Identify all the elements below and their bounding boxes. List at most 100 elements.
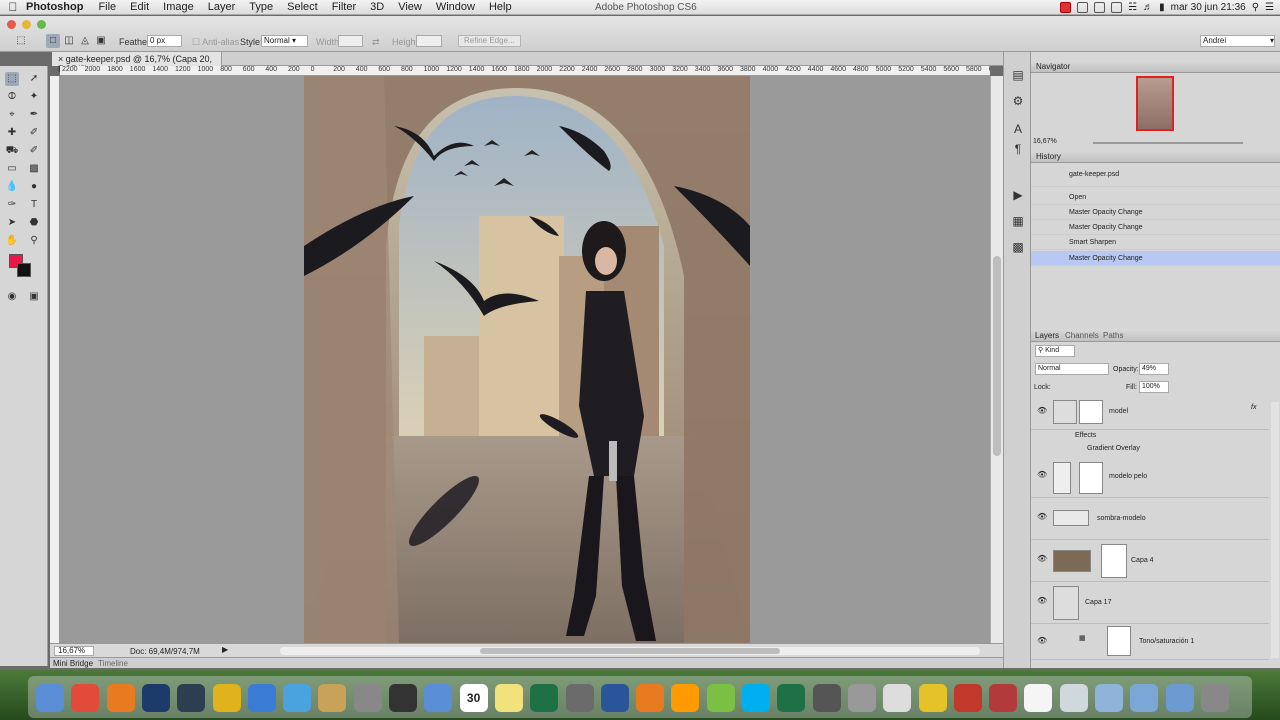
dock-skype-icon[interactable] xyxy=(742,684,770,712)
feather-input[interactable]: 0 px xyxy=(147,35,182,47)
paragraph-panel-icon[interactable]: ¶ xyxy=(1010,142,1026,158)
navigator-thumbnail[interactable] xyxy=(1136,76,1174,131)
minimize-icon[interactable] xyxy=(22,20,31,29)
healing-brush-tool-icon[interactable]: ✚ xyxy=(5,126,19,140)
canvas-area[interactable] xyxy=(60,76,990,643)
document-image[interactable] xyxy=(304,76,750,643)
dock-calculator-icon[interactable] xyxy=(847,684,876,712)
dock-downloads-icon[interactable] xyxy=(1095,684,1123,712)
dock-final-cut-icon[interactable] xyxy=(812,684,841,712)
info-panel-icon[interactable]: ▤ xyxy=(1010,68,1026,84)
refine-edge-button[interactable]: Refine Edge... xyxy=(458,35,521,47)
dock-photoshop-icon[interactable] xyxy=(141,684,170,712)
magic-wand-tool-icon[interactable]: ✦ xyxy=(27,90,41,104)
new-selection-icon[interactable]: □ xyxy=(46,34,60,48)
dock-applications-icon[interactable] xyxy=(1165,684,1194,712)
zoom-field[interactable]: 16,67% xyxy=(54,646,94,656)
intersect-selection-icon[interactable]: ▣ xyxy=(94,34,108,48)
layers-scrollbar[interactable] xyxy=(1271,402,1279,658)
record-icon[interactable] xyxy=(1060,2,1072,13)
eye-icon[interactable]: 👁 xyxy=(1037,406,1047,415)
background-color-swatch[interactable] xyxy=(17,263,31,277)
history-step[interactable]: Smart Sharpen xyxy=(1031,235,1280,250)
pen-tool-icon[interactable]: ✑ xyxy=(5,198,19,212)
fill-input[interactable]: 100% xyxy=(1139,381,1169,393)
eye-icon[interactable]: 👁 xyxy=(1037,470,1047,479)
subtract-selection-icon[interactable]: ◬ xyxy=(78,34,92,48)
menu-3d[interactable]: 3D xyxy=(363,1,391,13)
clone-source-panel-icon[interactable]: ▩ xyxy=(1010,240,1026,256)
screen-mode-icon[interactable]: ▣ xyxy=(27,290,41,304)
history-step[interactable]: Master Opacity Change xyxy=(1031,205,1280,220)
effects-label[interactable]: Effects xyxy=(1075,432,1096,439)
dock-mail-stamp-icon[interactable] xyxy=(424,684,453,712)
dock-finder-icon[interactable] xyxy=(36,684,64,712)
workspace-select[interactable]: Andrei ▾ xyxy=(1200,35,1275,47)
dock-word-icon[interactable] xyxy=(600,684,629,712)
wifi-icon[interactable]: ☵ xyxy=(1128,2,1137,13)
menu-layer[interactable]: Layer xyxy=(201,1,243,13)
type-tool-icon[interactable]: T xyxy=(27,198,41,212)
dock-illustrator-icon[interactable] xyxy=(671,684,700,712)
dock-vlc-icon[interactable] xyxy=(636,684,665,712)
blend-mode-select[interactable]: Normal xyxy=(1035,363,1109,375)
lasso-tool-icon[interactable]: ⦷ xyxy=(5,90,19,104)
menu-image[interactable]: Image xyxy=(156,1,201,13)
character-panel-icon[interactable]: A xyxy=(1010,122,1026,138)
menu-help[interactable]: Help xyxy=(482,1,519,13)
dock-filezilla-icon[interactable] xyxy=(989,684,1018,712)
eraser-tool-icon[interactable]: ▭ xyxy=(5,162,19,176)
tab-paths[interactable]: Paths xyxy=(1103,331,1123,340)
dock-calendar-icon[interactable]: 30 xyxy=(459,684,488,712)
tab-channels[interactable]: Channels xyxy=(1065,331,1099,340)
navigator-header[interactable]: Navigator xyxy=(1031,60,1280,73)
menu-view[interactable]: View xyxy=(391,1,429,13)
quick-mask-icon[interactable]: ◉ xyxy=(5,290,19,304)
brush-tool-icon[interactable]: ✐ xyxy=(27,126,41,140)
history-header[interactable]: History xyxy=(1031,150,1280,163)
height-input[interactable] xyxy=(416,35,442,47)
dock-mail-icon[interactable] xyxy=(318,684,347,712)
dock-textedit-icon[interactable] xyxy=(883,684,912,712)
layer-row[interactable]: 👁 sombra-modelo xyxy=(1031,498,1269,540)
history-brush-tool-icon[interactable]: ✐ xyxy=(27,144,41,158)
eye-icon[interactable]: 👁 xyxy=(1037,596,1047,605)
tab-layers[interactable]: Layers xyxy=(1035,331,1059,340)
dock-adium-icon[interactable] xyxy=(918,684,947,712)
menu-clock[interactable]: mar 30 jun 21:36 xyxy=(1171,2,1246,13)
layer-filter-kind[interactable]: ⚲ Kind xyxy=(1035,345,1075,357)
gradient-overlay-effect[interactable]: Gradient Overlay xyxy=(1087,445,1140,452)
eye-icon[interactable]: 👁 xyxy=(1037,512,1047,521)
add-selection-icon[interactable]: ◫ xyxy=(62,34,76,48)
dodge-tool-icon[interactable]: ● xyxy=(27,180,41,194)
style-select[interactable]: Normal ▾ xyxy=(261,35,308,47)
antialias-checkbox[interactable]: ☐ Anti-alias xyxy=(192,37,239,48)
dock-folder-icon[interactable] xyxy=(1130,684,1159,712)
volume-icon[interactable]: ♬ xyxy=(1143,2,1153,13)
layer-row[interactable]: 👁 Capa 4 xyxy=(1031,540,1269,582)
dock-lightroom-icon[interactable] xyxy=(177,684,206,712)
marquee-preset-icon[interactable]: ⬚ xyxy=(14,34,28,48)
layer-row[interactable]: 👁 modelo pelo xyxy=(1031,456,1269,498)
menu-edit[interactable]: Edit xyxy=(123,1,156,13)
eye-icon[interactable]: 👁 xyxy=(1037,636,1047,645)
clone-stamp-tool-icon[interactable]: ⛟ xyxy=(5,144,19,158)
status-icon[interactable] xyxy=(1077,2,1089,13)
zoom-icon[interactable] xyxy=(37,20,46,29)
dock-preview-icon[interactable] xyxy=(247,684,276,712)
eye-icon[interactable]: 👁 xyxy=(1037,554,1047,563)
menu-type[interactable]: Type xyxy=(242,1,280,13)
actions-panel-icon[interactable]: ▶ xyxy=(1010,188,1026,204)
dock-chrome-icon[interactable] xyxy=(71,684,100,712)
adjustments-panel-icon[interactable]: ⚙ xyxy=(1010,94,1026,110)
horizontal-scrollbar[interactable] xyxy=(280,647,980,655)
history-step[interactable]: Master Opacity Change xyxy=(1031,220,1280,235)
dock-launchpad-icon[interactable] xyxy=(353,684,382,712)
dock-trash-icon[interactable] xyxy=(1200,684,1229,712)
layer-row[interactable]: 👁 ▦ Tono/saturación 1 xyxy=(1031,624,1269,660)
battery-icon[interactable]: ▮ xyxy=(1159,2,1165,13)
close-tab-icon[interactable]: × xyxy=(58,54,63,64)
fx-icon[interactable]: fx xyxy=(1251,404,1256,411)
scroll-thumb[interactable] xyxy=(480,648,780,654)
dock-opera-icon[interactable] xyxy=(212,684,241,712)
